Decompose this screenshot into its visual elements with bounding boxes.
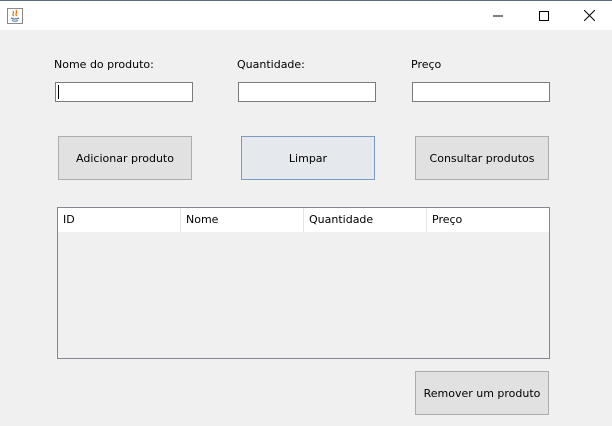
add-product-button[interactable]: Adicionar produto (58, 136, 192, 180)
column-header-name[interactable]: Nome (181, 208, 304, 232)
column-header-price[interactable]: Preço (427, 208, 549, 232)
quantity-label: Quantidade: (237, 58, 305, 71)
query-products-button[interactable]: Consultar produtos (415, 136, 549, 180)
table-header: ID Nome Quantidade Preço (58, 208, 549, 232)
price-field[interactable] (412, 82, 550, 102)
products-table[interactable]: ID Nome Quantidade Preço (57, 207, 550, 359)
maximize-button[interactable] (521, 1, 567, 30)
product-name-field[interactable] (55, 82, 193, 102)
text-caret (58, 85, 59, 99)
quantity-field[interactable] (238, 82, 376, 102)
product-name-label: Nome do produto: (54, 58, 154, 71)
table-body[interactable] (58, 232, 549, 358)
minimize-button[interactable] (475, 1, 521, 30)
column-header-id[interactable]: ID (58, 208, 181, 232)
minimize-icon (493, 15, 503, 16)
clear-button[interactable]: Limpar (241, 136, 375, 180)
column-header-quantity[interactable]: Quantidade (304, 208, 427, 232)
remove-product-button[interactable]: Remover um produto (415, 371, 549, 415)
maximize-icon (539, 10, 549, 21)
java-icon[interactable] (7, 8, 23, 24)
price-label: Preço (411, 58, 442, 71)
title-bar (0, 0, 612, 30)
close-icon (583, 10, 595, 21)
close-button[interactable] (566, 1, 612, 30)
